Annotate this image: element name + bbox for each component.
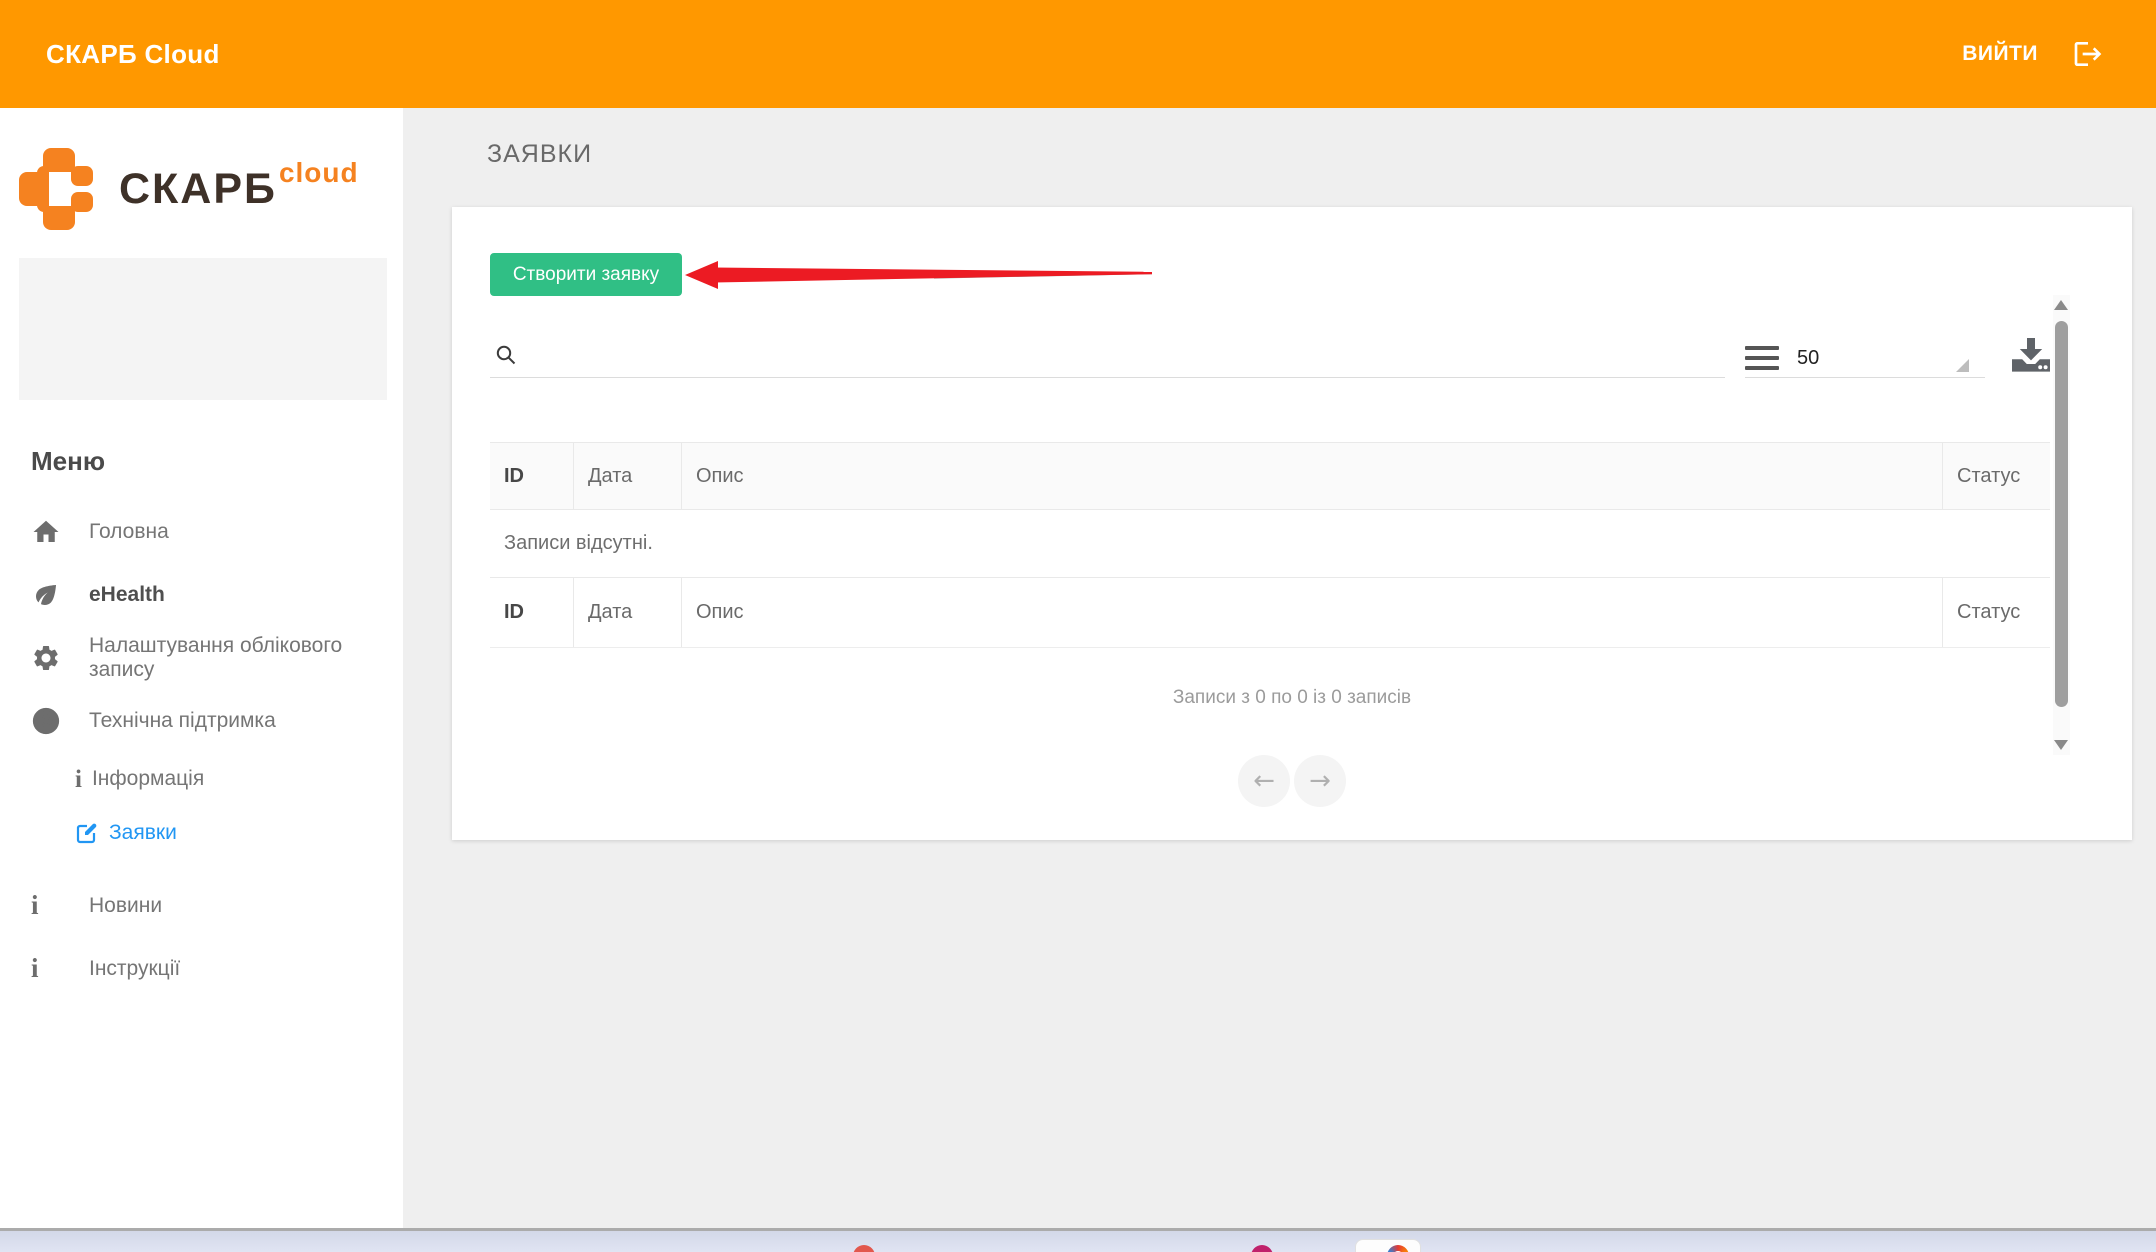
sidebar-user-panel [19, 258, 387, 400]
column-footer-status: Статус [1942, 578, 2050, 647]
sidebar-item-instructions[interactable]: i Інструкції [0, 937, 403, 1000]
column-footer-date: Дата [574, 578, 682, 647]
life-ring-icon [31, 706, 71, 736]
select-corner-icon [1956, 359, 1969, 372]
sidebar-item-label: Новини [89, 894, 162, 918]
pagination-next-button[interactable]: → [1294, 755, 1346, 807]
sidebar-item-label: Інструкції [89, 957, 180, 981]
taskbar-app-icon-magenta[interactable] [1251, 1245, 1273, 1252]
column-header-date[interactable]: Дата [574, 443, 682, 509]
requests-card: Створити заявку 50 [452, 207, 2132, 840]
leaf-icon [31, 580, 71, 610]
sidebar-item-label: Налаштування облікового запису [89, 634, 403, 682]
table-footer-row: ID Дата Опис Статус [490, 578, 2050, 648]
sidebar-subitem-requests[interactable]: Заявки [0, 806, 403, 860]
sidebar-nav: Головна eHealth Налаштування облікового … [0, 500, 403, 1000]
column-header-id[interactable]: ID [490, 443, 574, 509]
logout-label: ВИЙТИ [1962, 42, 2038, 66]
sidebar-item-label: Технічна підтримка [89, 709, 276, 733]
brand-name: СКАРБ [119, 165, 277, 214]
column-header-status[interactable]: Статус [1942, 443, 2050, 509]
sidebar-item-account-settings[interactable]: Налаштування облікового запису [0, 626, 403, 689]
pagination-prev-button[interactable]: ← [1238, 755, 1290, 807]
search-input[interactable] [528, 339, 1723, 377]
page-title: ЗАЯВКИ [487, 140, 592, 169]
search-icon [494, 343, 518, 367]
brand-logo[interactable]: СКАРБ cloud [19, 148, 357, 230]
column-header-description[interactable]: Опис [682, 443, 1942, 509]
skarb-logo-icon [19, 148, 97, 230]
info-icon: i [31, 955, 71, 982]
vertical-scrollbar[interactable] [2053, 295, 2070, 755]
table-header-row: ID Дата Опис Статус [490, 442, 2050, 510]
taskbar-app-icon-red[interactable] [853, 1245, 875, 1252]
hamburger-icon [1745, 346, 1779, 370]
requests-table: ID Дата Опис Статус Записи відсутні. ID … [490, 442, 2050, 648]
taskbar-active-app[interactable] [1355, 1239, 1421, 1252]
home-icon [31, 517, 71, 547]
gear-icon [31, 643, 71, 673]
column-footer-description: Опис [682, 578, 1942, 647]
scrollbar-thumb[interactable] [2055, 321, 2068, 707]
sidebar-item-label: Заявки [109, 821, 177, 845]
export-button[interactable] [2007, 332, 2055, 380]
page-length-select[interactable]: 50 [1745, 339, 1985, 378]
sidebar-item-label: Головна [89, 520, 169, 544]
browser-icon [1387, 1245, 1409, 1252]
brand-suffix: cloud [279, 157, 359, 189]
table-info-text: Записи з 0 по 0 із 0 записів [452, 687, 2132, 709]
sidebar-item-tech-support[interactable]: Технічна підтримка [0, 689, 403, 752]
search-underline [490, 377, 1725, 378]
sign-out-icon [2072, 38, 2104, 70]
sidebar: СКАРБ cloud Меню Головна eHealth Налашту… [0, 108, 403, 1228]
info-icon: i [31, 892, 71, 919]
create-request-button[interactable]: Створити заявку [490, 253, 682, 296]
app-header: СКАРБ Cloud ВИЙТИ [0, 0, 2156, 108]
edit-icon [75, 821, 99, 845]
info-icon: i [75, 767, 82, 792]
scroll-down-icon[interactable] [2054, 740, 2068, 750]
annotation-arrow [684, 257, 1154, 293]
scroll-up-icon[interactable] [2054, 300, 2068, 310]
download-icon [2007, 332, 2055, 380]
pagination: ← → [452, 755, 2132, 807]
sidebar-item-label: Інформація [92, 767, 204, 791]
column-footer-id: ID [490, 578, 574, 647]
sidebar-item-ehealth[interactable]: eHealth [0, 563, 403, 626]
logout-button[interactable]: ВИЙТИ [1962, 0, 2104, 108]
os-taskbar [0, 1228, 2156, 1252]
sidebar-item-label: eHealth [89, 583, 165, 607]
menu-header: Меню [31, 446, 105, 477]
sidebar-subitem-information[interactable]: i Інформація [0, 752, 403, 806]
table-empty-message: Записи відсутні. [490, 510, 2050, 578]
app-title: СКАРБ Cloud [46, 39, 220, 70]
sidebar-item-news[interactable]: i Новини [0, 874, 403, 937]
sidebar-item-home[interactable]: Головна [0, 500, 403, 563]
page-length-value: 50 [1797, 347, 1819, 370]
